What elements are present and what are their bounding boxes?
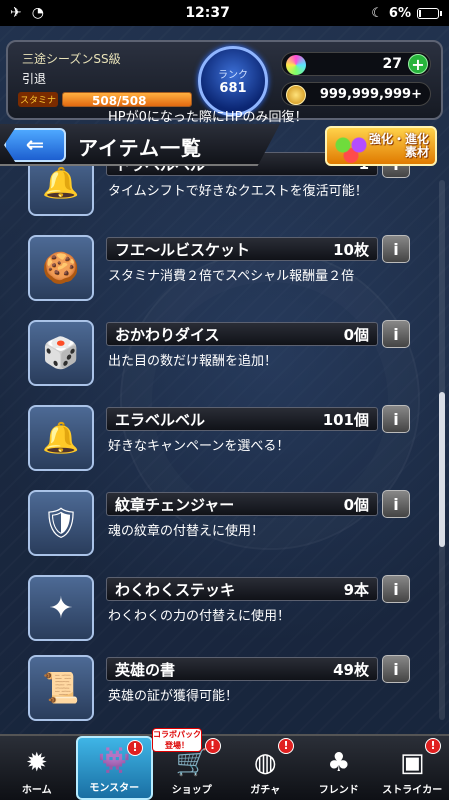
gem-counter: 27 + xyxy=(281,52,431,76)
emblem-icon: 🛡 xyxy=(28,490,94,556)
airplane-icon: ✈ xyxy=(10,5,22,21)
moon-icon: ☾ xyxy=(371,5,383,21)
striker-icon: ▣ xyxy=(399,748,425,778)
list-item[interactable]: 📜 英雄の書 49枚 i 英雄の証が獲得可能！ xyxy=(28,655,421,725)
rank-label: ランク xyxy=(218,70,248,81)
bottom-nav: ✹ ホーム 👾 モンスター ! 🛒 ショップ ! ◍ ガチャ ! ♣ フレンド … xyxy=(0,734,449,800)
list-item[interactable]: 🔔 エラベルベル 101個 i 好きなキャンペーンを選べる！ xyxy=(28,405,421,475)
clock: 12:37 xyxy=(185,5,230,21)
info-button[interactable]: i xyxy=(382,575,410,603)
stamina-icon: スタミナ xyxy=(18,92,59,107)
item-name: フエ〜ルビスケット xyxy=(115,240,251,259)
item-desc: 英雄の証が獲得可能！ xyxy=(108,689,239,704)
item-name-bar: エラベルベル 101個 xyxy=(106,407,378,431)
nav-label: ガチャ xyxy=(250,785,281,796)
item-name: 英雄の書 xyxy=(115,660,176,679)
item-desc: 出た目の数だけ報酬を追加！ xyxy=(108,354,278,369)
item-name: おかわりダイス xyxy=(115,325,220,344)
gold-bell-icon: 🔔 xyxy=(28,405,94,471)
item-name: 紋章チェンジャー xyxy=(115,495,235,514)
info-button[interactable]: i xyxy=(382,320,410,348)
list-item[interactable]: 🛡 紋章チェンジャー 0個 i 魂の紋章の付替えに使用！ xyxy=(28,490,421,560)
info-button[interactable]: i xyxy=(382,490,410,518)
item-name-bar: わくわくステッキ 9本 xyxy=(106,577,378,601)
gold-count: 999,999,999+ xyxy=(319,86,422,102)
item-name-bar: 英雄の書 49枚 xyxy=(106,657,378,681)
item-name-bar: フエ〜ルビスケット 10枚 xyxy=(106,237,378,261)
nav-gacha[interactable]: ◍ ガチャ ! xyxy=(229,736,303,800)
info-button[interactable]: i xyxy=(382,405,410,433)
evolve-sublabel: 素材 xyxy=(404,145,429,159)
item-count: 10枚 xyxy=(333,240,369,259)
notification-badge: ! xyxy=(278,738,294,754)
evolve-label: 強化・進化 xyxy=(368,131,429,146)
info-button[interactable]: i xyxy=(382,235,410,263)
wand-icon: ✦ xyxy=(28,575,94,641)
nav-label: モンスター xyxy=(89,783,140,794)
nav-label: ストライカー xyxy=(382,785,443,796)
status-bar: ✈ ◔ 12:37 ☾ 6% xyxy=(0,0,449,26)
nav-home[interactable]: ✹ ホーム xyxy=(0,736,74,800)
list-item[interactable]: ✦ わくわくステッキ 9本 i わくわくの力の付替えに使用！ xyxy=(28,575,421,645)
rank-value: 681 xyxy=(219,81,247,96)
collab-pack-tag[interactable]: コラボパック登場！ xyxy=(152,728,202,752)
notification-badge: ! xyxy=(204,738,221,754)
item-desc: タイムシフトで好きなクエストを復活可能！ xyxy=(108,184,368,199)
gold-counter: 999,999,999+ xyxy=(281,82,431,106)
scroll-icon: 📜 xyxy=(28,655,94,721)
monster-icon: 👾 xyxy=(98,746,131,776)
gacha-icon: ◍ xyxy=(253,748,277,778)
item-name-bar: おかわりダイス 0個 xyxy=(106,322,378,346)
biscuit-icon: 🍪 xyxy=(28,235,94,301)
battery-percent: 6% xyxy=(388,5,411,21)
nav-label: フレンド xyxy=(318,785,359,796)
add-gems-button[interactable]: + xyxy=(408,54,428,74)
item-count: 0個 xyxy=(343,325,369,344)
item-name: エラベルベル xyxy=(115,410,206,429)
nav-striker[interactable]: ▣ ストライカー ! xyxy=(376,736,449,800)
gem-count: 27 xyxy=(382,56,402,72)
wifi-icon: ◔ xyxy=(31,5,44,21)
dice-icon: 🎲 xyxy=(28,320,94,386)
item-name-bar: 紋章チェンジャー 0個 xyxy=(106,492,378,516)
evolve-materials-button[interactable]: 強化・進化 素材 xyxy=(325,126,437,166)
notification-badge: ! xyxy=(127,740,143,756)
nav-friend[interactable]: ♣ フレンド xyxy=(302,736,376,800)
item-desc: わくわくの力の付替えに使用！ xyxy=(108,609,291,624)
notification-badge: ! xyxy=(425,738,441,754)
item-desc: HPが0になった際にHPのみ回復！ xyxy=(108,110,308,125)
list-item[interactable]: 🍪 フエ〜ルビスケット 10枚 i スタミナ消費２倍でスペシャル報酬量２倍 xyxy=(28,235,421,305)
item-name: わくわくステッキ xyxy=(115,580,236,599)
item-count: 9本 xyxy=(343,580,369,599)
battery-icon xyxy=(416,7,442,19)
evolve-orbs-icon xyxy=(331,133,371,163)
page-title: アイテム一覧 xyxy=(78,136,202,160)
item-count: 49枚 xyxy=(333,660,369,679)
gold-pill: 999,999,999+ xyxy=(281,82,431,106)
item-desc: 好きなキャンペーンを選べる！ xyxy=(108,439,290,454)
scrollbar-thumb[interactable] xyxy=(439,392,445,547)
item-desc: スタミナ消費２倍でスペシャル報酬量２倍 xyxy=(108,269,355,284)
list-item[interactable]: 🎲 おかわりダイス 0個 i 出た目の数だけ報酬を追加！ xyxy=(28,320,421,390)
home-icon: ✹ xyxy=(25,748,48,778)
item-desc: 魂の紋章の付替えに使用！ xyxy=(108,524,265,539)
info-button[interactable]: i xyxy=(382,655,410,683)
status-label: 引退 xyxy=(22,72,47,86)
coin-icon xyxy=(286,85,306,105)
item-count: 101個 xyxy=(322,410,369,429)
nav-monster[interactable]: 👾 モンスター ! xyxy=(75,736,153,800)
orb-icon xyxy=(286,55,306,75)
nav-label: ショップ xyxy=(171,785,212,796)
friend-icon: ♣ xyxy=(327,748,351,778)
nav-label: ホーム xyxy=(21,785,52,796)
rank-title: 三途シーズンSS級 xyxy=(22,52,121,66)
back-button[interactable]: ⇐ xyxy=(4,128,66,162)
gem-pill: 27 + xyxy=(281,52,431,76)
item-count: 0個 xyxy=(343,495,369,514)
